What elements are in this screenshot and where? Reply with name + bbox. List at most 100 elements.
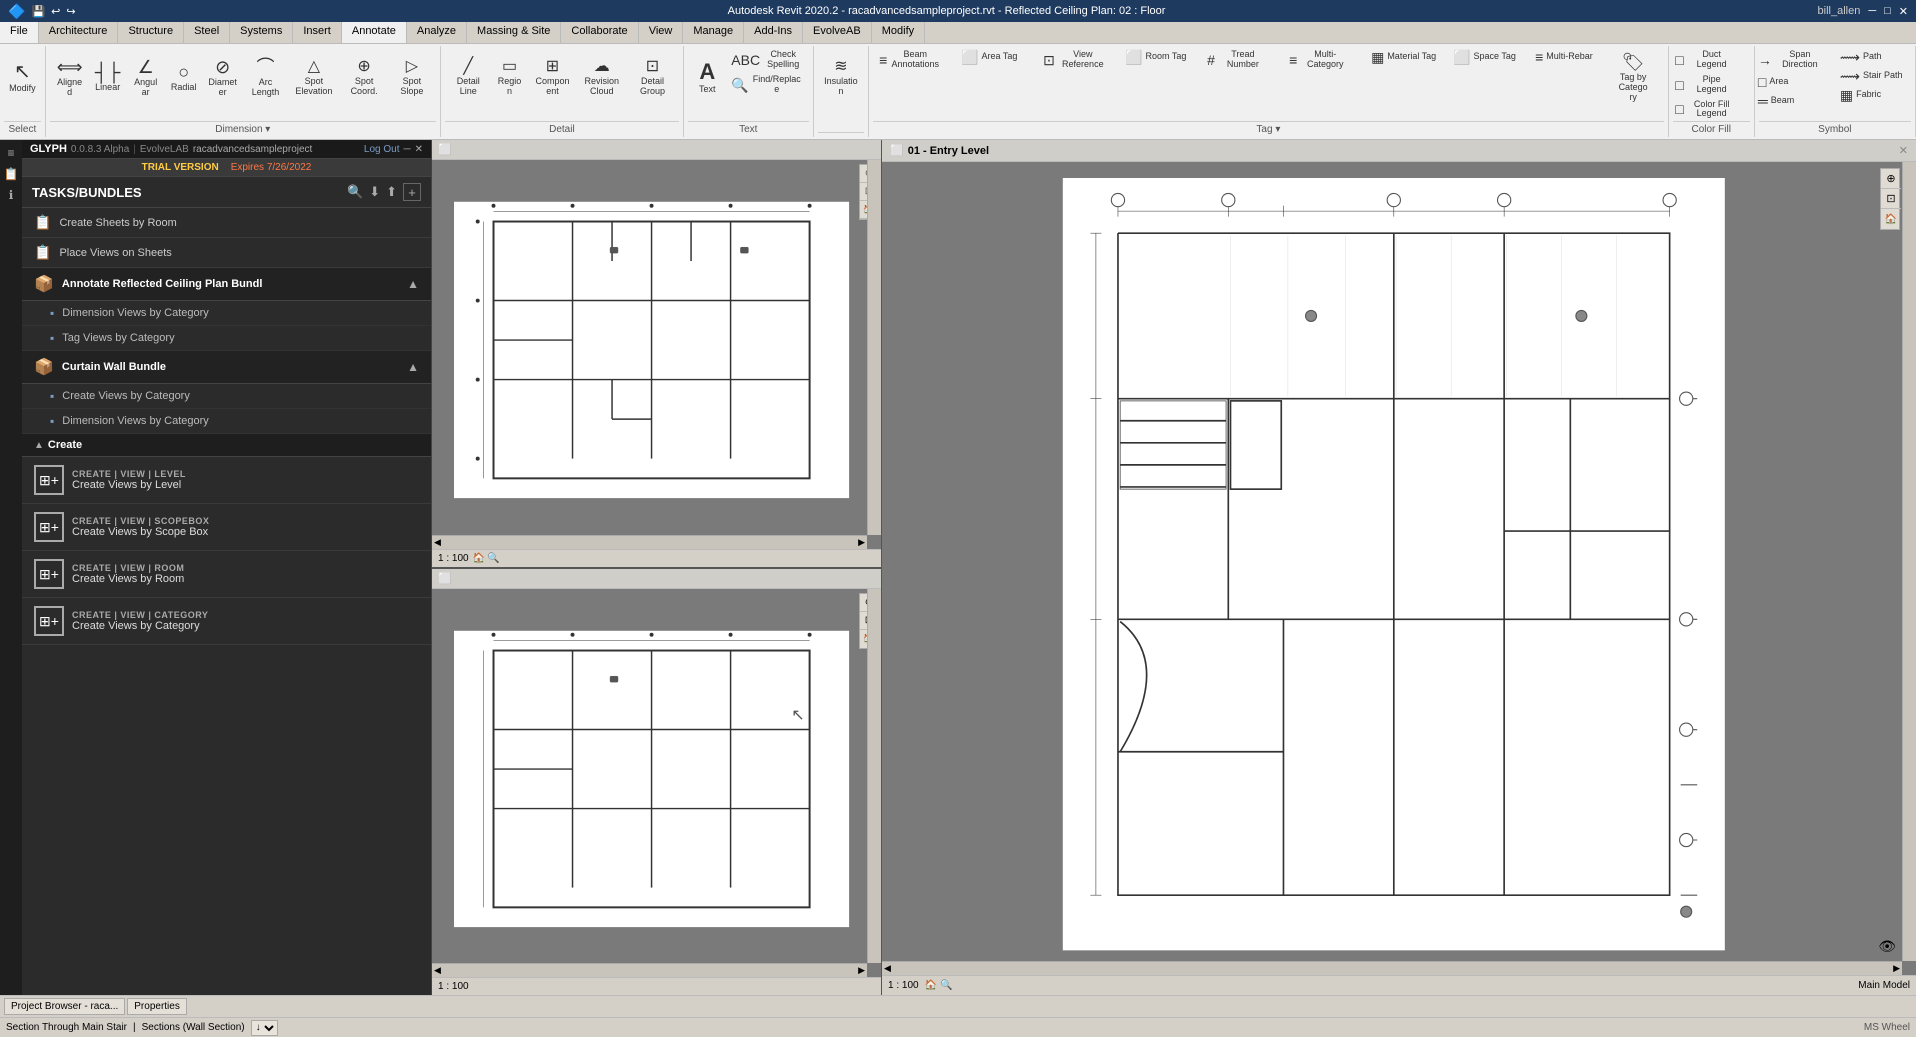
duct-legend-button[interactable]: □ Duct Legend <box>1671 48 1751 72</box>
sidebar-tasks-icon[interactable]: ≡ <box>2 144 20 162</box>
tab-addins[interactable]: Add-Ins <box>744 22 803 43</box>
beam-symbol-button[interactable]: ═ Beam <box>1754 92 1834 110</box>
sidebar-info-icon[interactable]: ℹ <box>2 186 20 204</box>
room-tag-button[interactable]: ⬜ Room Tag <box>1121 48 1201 66</box>
radial-button[interactable]: ○ Radial <box>166 48 202 108</box>
collapse-cw-icon[interactable]: ▲ <box>407 360 419 374</box>
create-view-scopebox-item[interactable]: ⊞+ CREATE | VIEW | SCOPEBOX Create Views… <box>22 504 431 551</box>
detail-line-button[interactable]: ╱ Detail Line <box>447 48 490 108</box>
dimension-views-category-2[interactable]: ▪ Dimension Views by Category <box>22 409 431 434</box>
tab-modify[interactable]: Modify <box>872 22 925 43</box>
scroll-left-1[interactable]: ◀ <box>434 537 441 548</box>
status-dropdown[interactable]: ↓ <box>251 1020 278 1036</box>
create-view-level-item[interactable]: ⊞+ CREATE | VIEW | LEVEL Create Views by… <box>22 457 431 504</box>
scroll-left-3[interactable]: ◀ <box>884 963 891 974</box>
create-views-category[interactable]: ▪ Create Views by Category <box>22 384 431 409</box>
upload-icon[interactable]: ⬆ <box>386 184 397 200</box>
sidebar-sheets-icon[interactable]: 📋 <box>2 165 20 183</box>
tab-insert[interactable]: Insert <box>293 22 342 43</box>
tab-steel[interactable]: Steel <box>184 22 230 43</box>
logout-button[interactable]: Log Out <box>364 144 400 155</box>
eye-icon[interactable]: 👁 <box>1878 938 1896 955</box>
spot-coordinate-button[interactable]: ⊕ Spot Coord. <box>340 48 387 108</box>
tab-collaborate[interactable]: Collaborate <box>561 22 638 43</box>
area-button[interactable]: □ Area <box>1754 73 1834 91</box>
diameter-button[interactable]: ⊘ Diameter <box>204 48 242 108</box>
text-button[interactable]: A Text <box>689 48 725 108</box>
search-panel-icon[interactable]: 🔍 <box>347 184 363 200</box>
create-section-header[interactable]: ▲ Create <box>22 434 431 457</box>
curtain-wall-section[interactable]: 📦 Curtain Wall Bundle ▲ <box>22 351 431 384</box>
scroll-right-2[interactable]: ▶ <box>858 965 865 976</box>
area-tag-button[interactable]: ⬜ Area Tag <box>957 48 1037 66</box>
scroll-h-3[interactable]: ◀ ▶ <box>882 961 1902 975</box>
keynote-button[interactable]: 🔑 Keynote <box>913 110 953 118</box>
insulation-button[interactable]: ≋ Insulation <box>820 48 862 108</box>
view-reference-button[interactable]: ⊡ View Reference <box>1039 48 1119 72</box>
detail-group-button[interactable]: ⊡ Detail Group <box>628 48 677 108</box>
restore-btn[interactable]: □ <box>1884 5 1891 17</box>
annotate-rcp-section[interactable]: 📦 Annotate Reflected Ceiling Plan Bundl … <box>22 268 431 301</box>
span-direction-button[interactable]: → Span Direction <box>1754 48 1834 72</box>
project-browser-tab[interactable]: Project Browser - raca... <box>4 998 125 1015</box>
tag-views-category[interactable]: ▪ Tag Views by Category <box>22 326 431 351</box>
beam-annotations-button[interactable]: ≡ Beam Annotations <box>875 48 955 72</box>
view-icon-zoom-1[interactable]: 🔍 <box>487 553 499 564</box>
spot-slope-button[interactable]: ▷ Spot Slope <box>390 48 434 108</box>
drawing-area-1[interactable]: ⊕ ⊡ 🏠 ◀ ▶ <box>432 160 881 549</box>
component-button[interactable]: ⊞ Component <box>530 48 576 108</box>
drawing-area-2[interactable]: ⊕ ⊡ 🏠 ↖ ◀ ▶ <box>432 589 881 978</box>
glyph-minimize-btn[interactable]: ─ <box>404 144 411 155</box>
scroll-left-2[interactable]: ◀ <box>434 965 441 976</box>
scroll-v-3[interactable] <box>1902 162 1916 961</box>
download-icon[interactable]: ⬇ <box>369 184 380 200</box>
find-replace-button[interactable]: 🔍 Find/Replace <box>727 73 807 97</box>
quick-save[interactable]: 💾 <box>31 5 45 18</box>
scroll-h-2[interactable]: ◀ ▶ <box>432 963 867 977</box>
dimension-views-category-1[interactable]: ▪ Dimension Views by Category <box>22 301 431 326</box>
zoom-fit-3[interactable]: ⊕ <box>1881 169 1901 189</box>
tab-annotate[interactable]: Annotate <box>342 22 407 43</box>
scroll-v-2[interactable] <box>867 589 881 964</box>
tab-view[interactable]: View <box>639 22 684 43</box>
view-icon-house-1[interactable]: 🏠 <box>473 553 485 564</box>
space-tag-button[interactable]: ⬜ Space Tag <box>1449 48 1529 66</box>
scroll-right-3[interactable]: ▶ <box>1893 963 1900 974</box>
create-sheets-item[interactable]: 📋 Create Sheets by Room <box>22 208 431 238</box>
view-close-3[interactable]: ✕ <box>1899 144 1908 157</box>
tab-evolvelab[interactable]: EvolveAB <box>803 22 872 43</box>
linear-button[interactable]: ┤├ Linear <box>90 48 126 108</box>
pipe-legend-button[interactable]: □ Pipe Legend <box>1671 73 1751 97</box>
region-button[interactable]: ▭ Region <box>492 48 528 108</box>
color-fill-legend-button[interactable]: □ Color Fill Legend <box>1671 98 1751 122</box>
tab-manage[interactable]: Manage <box>683 22 744 43</box>
multi-category-button[interactable]: ≡ Multi-Category <box>1285 48 1365 72</box>
check-spelling-button[interactable]: ABC Check Spelling <box>727 48 807 72</box>
zoom-sheet-3[interactable]: 🏠 <box>1881 209 1901 229</box>
quick-redo[interactable]: ↪ <box>66 5 75 18</box>
scroll-h-1[interactable]: ◀ ▶ <box>432 535 867 549</box>
fabric-button[interactable]: ▦ Fabric <box>1836 86 1916 104</box>
create-view-category-item[interactable]: ⊞+ CREATE | VIEW | CATEGORY Create Views… <box>22 598 431 645</box>
scroll-right-1[interactable]: ▶ <box>858 537 865 548</box>
tab-architecture[interactable]: Architecture <box>39 22 119 43</box>
zoom-region-3[interactable]: ⊡ <box>1881 189 1901 209</box>
multi-rebar-button[interactable]: ≡ Multi-Rebar <box>1531 48 1611 66</box>
close-btn[interactable]: ✕ <box>1899 5 1908 18</box>
path-button[interactable]: ⟿ Path <box>1836 48 1916 66</box>
properties-tab[interactable]: Properties <box>127 998 187 1015</box>
house-icon-3[interactable]: 🏠 <box>925 980 937 991</box>
spot-elevation-button[interactable]: △ Spot Elevation <box>289 48 338 108</box>
place-views-item[interactable]: 📋 Place Views on Sheets <box>22 238 431 268</box>
tab-file[interactable]: File <box>0 22 39 43</box>
create-view-room-item[interactable]: ⊞+ CREATE | VIEW | ROOM Create Views by … <box>22 551 431 598</box>
tab-analyze[interactable]: Analyze <box>407 22 467 43</box>
add-panel-icon[interactable]: + <box>403 183 421 201</box>
material-tag-button[interactable]: ▦ Material Tag <box>1367 48 1447 66</box>
tag-all-button[interactable]: 🏷 Tag All <box>875 110 911 118</box>
scroll-v-1[interactable] <box>867 160 881 535</box>
quick-undo[interactable]: ↩ <box>51 5 60 18</box>
collapse-rcp-icon[interactable]: ▲ <box>407 277 419 291</box>
aligned-button[interactable]: ⟺ Aligned <box>52 48 88 108</box>
stair-path-button[interactable]: ⟿ Stair Path <box>1836 67 1916 85</box>
